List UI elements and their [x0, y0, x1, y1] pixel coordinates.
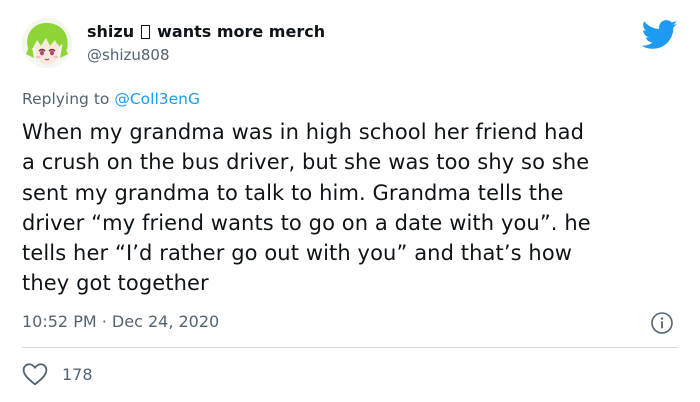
reply-prefix: Replying to — [22, 90, 110, 108]
info-icon[interactable] — [650, 311, 674, 335]
tweet-timestamp[interactable]: 10:52 PM · Dec 24, 2020 — [22, 312, 219, 331]
tweet-line: driver “my friend wants to go on a date … — [22, 210, 591, 235]
twitter-bird-icon[interactable] — [642, 20, 678, 50]
missing-emoji-icon — [141, 24, 151, 39]
avatar[interactable] — [22, 18, 72, 68]
display-name-part2: wants more merch — [157, 22, 326, 41]
reply-mention-link[interactable]: @Coll3enG — [114, 90, 200, 108]
tweet-line: tells her “I’d rather go out with you” a… — [22, 241, 573, 266]
tweet-text: When my grandma was in high school her f… — [22, 117, 682, 299]
reply-context: Replying to @Coll3enG — [22, 90, 200, 108]
display-name[interactable]: shizu wants more merch — [87, 22, 325, 41]
heart-icon[interactable] — [22, 362, 48, 386]
like-count: 178 — [62, 365, 93, 384]
tweet-line: When my grandma was in high school her f… — [22, 120, 584, 144]
divider — [22, 347, 678, 348]
tweet-line: sent my grandma to talk to him. Grandma … — [22, 180, 564, 205]
avatar-image — [22, 18, 72, 68]
display-name-part1: shizu — [87, 22, 135, 41]
tweet-line: they got together — [22, 271, 209, 296]
user-handle[interactable]: @shizu808 — [87, 46, 170, 64]
tweet-line: a crush on the bus driver, but she was t… — [22, 150, 590, 175]
